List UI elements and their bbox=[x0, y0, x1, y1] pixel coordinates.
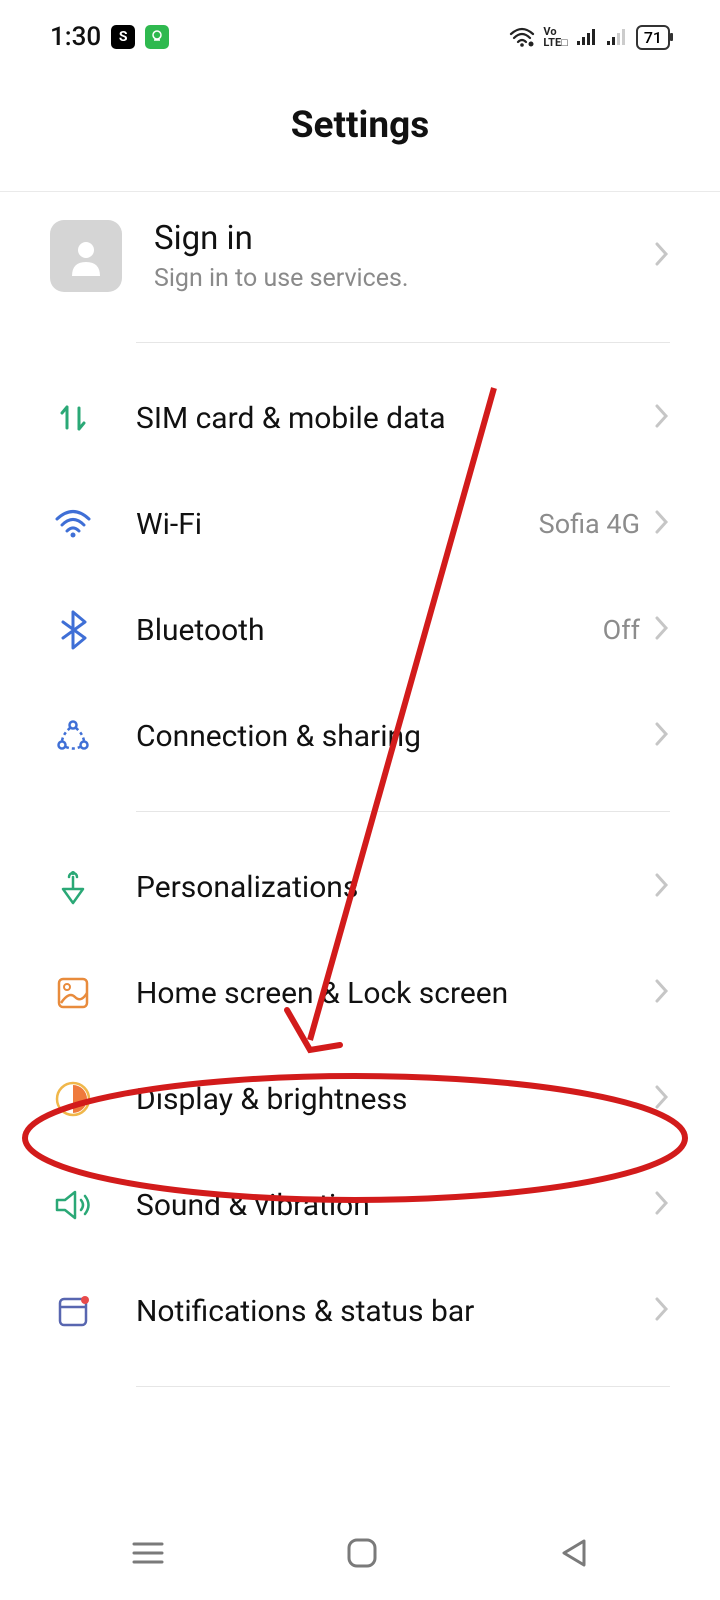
notif-icon-app bbox=[145, 25, 169, 49]
mobile-data-icon bbox=[50, 400, 96, 436]
signin-subtitle: Sign in to use services. bbox=[154, 264, 654, 293]
divider bbox=[136, 342, 670, 343]
chevron-right-icon bbox=[654, 977, 670, 1009]
display-icon bbox=[50, 1080, 96, 1118]
row-wifi[interactable]: Wi-Fi Sofia 4G bbox=[0, 471, 720, 577]
status-left: 1:30 S bbox=[50, 22, 169, 52]
nav-back-icon[interactable] bbox=[558, 1537, 590, 1573]
status-time: 1:30 bbox=[50, 22, 101, 52]
divider bbox=[136, 1386, 670, 1387]
home-label: Home screen & Lock screen bbox=[136, 976, 654, 1011]
personalizations-label: Personalizations bbox=[136, 870, 654, 905]
chevron-right-icon bbox=[654, 402, 670, 434]
home-screen-icon bbox=[50, 975, 96, 1011]
row-sound[interactable]: Sound & vibration bbox=[0, 1152, 720, 1258]
chevron-right-icon bbox=[654, 508, 670, 540]
notifications-icon bbox=[50, 1293, 96, 1329]
status-bar: 1:30 S VoLTE□ 71 bbox=[0, 0, 720, 70]
row-connection[interactable]: Connection & sharing bbox=[0, 683, 720, 789]
avatar-icon bbox=[50, 220, 122, 292]
sound-icon bbox=[50, 1188, 96, 1222]
settings-list: Sign in Sign in to use services. SIM car… bbox=[0, 192, 720, 1387]
display-label: Display & brightness bbox=[136, 1082, 654, 1117]
bluetooth-value: Off bbox=[603, 614, 640, 646]
nav-home-icon[interactable] bbox=[345, 1536, 379, 1574]
chevron-right-icon bbox=[654, 720, 670, 752]
row-bluetooth[interactable]: Bluetooth Off bbox=[0, 577, 720, 683]
battery-indicator: 71 bbox=[636, 25, 670, 50]
chevron-right-icon bbox=[654, 240, 670, 272]
wifi-label: Wi-Fi bbox=[136, 507, 539, 542]
sharing-icon bbox=[50, 717, 96, 755]
row-signin[interactable]: Sign in Sign in to use services. bbox=[0, 192, 720, 320]
row-sim[interactable]: SIM card & mobile data bbox=[0, 365, 720, 471]
wifi-status-icon bbox=[509, 27, 535, 47]
volte-icon: VoLTE□ bbox=[543, 26, 567, 48]
nav-bar bbox=[0, 1510, 720, 1600]
status-right: VoLTE□ 71 bbox=[509, 25, 670, 50]
sound-label: Sound & vibration bbox=[136, 1188, 654, 1223]
signin-title: Sign in bbox=[154, 219, 654, 258]
nav-recents-icon[interactable] bbox=[130, 1538, 166, 1572]
chevron-right-icon bbox=[654, 1083, 670, 1115]
chevron-right-icon bbox=[654, 614, 670, 646]
row-personalizations[interactable]: Personalizations bbox=[0, 834, 720, 940]
page-header: Settings bbox=[0, 70, 720, 192]
sim-label: SIM card & mobile data bbox=[136, 401, 654, 436]
row-display[interactable]: Display & brightness bbox=[0, 1046, 720, 1152]
notif-icon-shop: S bbox=[111, 25, 135, 49]
bluetooth-icon bbox=[50, 610, 96, 650]
signal-icon-1 bbox=[576, 28, 598, 46]
notifications-label: Notifications & status bar bbox=[136, 1294, 654, 1329]
chevron-right-icon bbox=[654, 1295, 670, 1327]
wifi-value: Sofia 4G bbox=[539, 508, 640, 540]
divider bbox=[136, 811, 670, 812]
connection-label: Connection & sharing bbox=[136, 719, 654, 754]
personalizations-icon bbox=[50, 867, 96, 907]
row-notifications[interactable]: Notifications & status bar bbox=[0, 1258, 720, 1364]
chevron-right-icon bbox=[654, 871, 670, 903]
bluetooth-label: Bluetooth bbox=[136, 613, 603, 648]
chevron-right-icon bbox=[654, 1189, 670, 1221]
row-home-lock[interactable]: Home screen & Lock screen bbox=[0, 940, 720, 1046]
page-title: Settings bbox=[0, 104, 720, 147]
wifi-icon bbox=[50, 509, 96, 539]
signal-icon-2 bbox=[606, 28, 628, 46]
